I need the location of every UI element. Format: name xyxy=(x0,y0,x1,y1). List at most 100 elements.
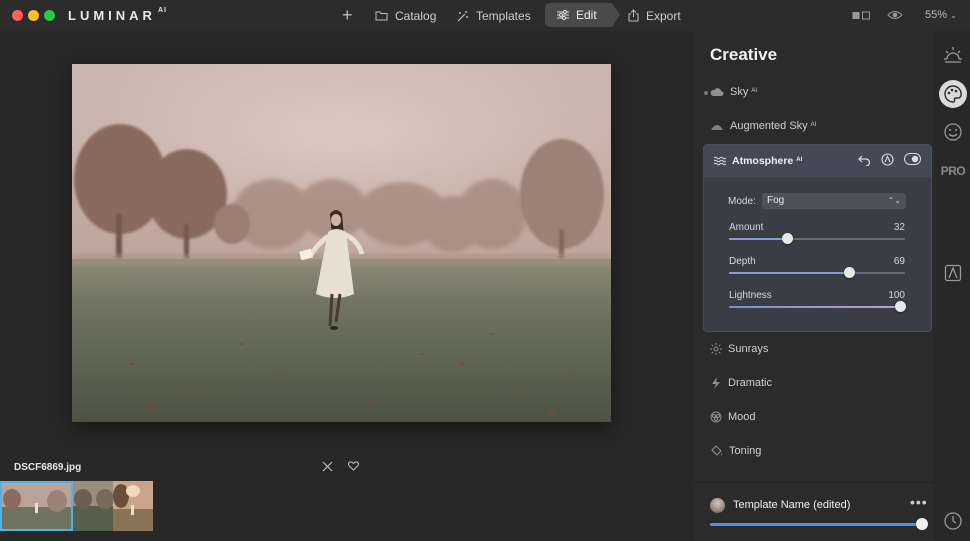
share-icon xyxy=(628,9,639,22)
tool-dramatic[interactable]: Dramatic xyxy=(710,373,772,393)
lightness-label: Lightness xyxy=(729,290,772,301)
dome-icon xyxy=(711,124,723,130)
app-logo-suffix: AI xyxy=(157,7,167,14)
mode-select-value: Fog xyxy=(767,195,785,206)
template-amount-slider[interactable] xyxy=(710,523,916,526)
chevron-updown-icon: ⌃⌄ xyxy=(887,196,901,205)
minimize-window-button[interactable] xyxy=(28,10,39,21)
rail-history[interactable] xyxy=(939,507,967,535)
tab-export[interactable]: Export xyxy=(628,0,681,31)
atmosphere-header[interactable]: Atmosphere AI xyxy=(704,145,931,177)
tool-toning[interactable]: Toning xyxy=(710,441,761,461)
ai-badge: AI xyxy=(810,122,817,128)
atmosphere-title: Atmosphere xyxy=(732,155,794,167)
heart-icon[interactable] xyxy=(348,461,359,471)
amount-slider-fill xyxy=(729,238,788,240)
undo-icon[interactable] xyxy=(858,153,871,166)
more-options-button[interactable]: ••• xyxy=(910,494,928,510)
tool-sunrays-label: Sunrays xyxy=(728,343,769,355)
depth-label: Depth xyxy=(729,256,756,267)
close-icon[interactable] xyxy=(322,461,333,472)
depth-slider-fill xyxy=(729,272,849,274)
tool-sunrays[interactable]: Sunrays xyxy=(710,339,768,359)
tool-toning-label: Toning xyxy=(729,445,762,457)
magic-wand-icon xyxy=(457,10,468,21)
lightness-value: 100 xyxy=(888,290,905,301)
rail-portrait[interactable] xyxy=(939,118,967,146)
filmstrip-thumbnail[interactable] xyxy=(73,481,113,531)
tool-augmented-sky-label: Augmented Sky xyxy=(730,120,808,132)
active-dot xyxy=(704,91,708,95)
amount-slider[interactable] xyxy=(729,233,905,244)
palette-icon xyxy=(944,85,962,103)
tool-sky-label: Sky xyxy=(730,86,749,98)
lightness-slider-handle[interactable] xyxy=(894,301,906,312)
tab-edit-label: Edit xyxy=(576,8,597,22)
filmstrip-thumbnail[interactable] xyxy=(0,481,73,531)
template-amount-slider-handle[interactable] xyxy=(916,518,928,530)
visibility-toggle-icon[interactable] xyxy=(904,153,921,165)
thumbnail-image xyxy=(2,483,71,529)
mode-select[interactable]: Fog ⌃⌄ xyxy=(762,193,906,209)
depth-slider[interactable] xyxy=(729,267,905,278)
tab-catalog-label: Catalog xyxy=(395,8,437,23)
rail-pro[interactable]: PRO xyxy=(939,157,967,185)
atmosphere-panel: Atmosphere AI Mode: Fog ⌃⌄ Amount 32 Dept… xyxy=(703,144,932,332)
ai-badge: AI xyxy=(796,157,803,163)
creative-panel: Creative Sky AI Augmented Sky AI Atmospher… xyxy=(694,31,934,541)
amount-value: 32 xyxy=(893,222,905,233)
chevron-down-icon: ⌄ xyxy=(950,11,957,20)
sliders-icon xyxy=(557,10,569,20)
photo-image xyxy=(72,64,611,422)
app-logo-text: LUMINAR xyxy=(68,8,156,23)
amount-slider-handle[interactable] xyxy=(782,233,794,244)
template-name: Template Name (edited) xyxy=(733,499,851,511)
tool-augmented-sky[interactable]: Augmented Sky AI xyxy=(710,116,816,136)
sun-icon xyxy=(944,47,962,63)
filename-label: DSCF6869.jpg xyxy=(14,462,82,473)
panel-title: Creative xyxy=(710,45,778,64)
tab-edit[interactable]: Edit xyxy=(545,3,620,27)
tool-mood-label: Mood xyxy=(728,411,756,423)
cloud-icon xyxy=(710,87,724,96)
tool-dramatic-label: Dramatic xyxy=(728,377,773,389)
clock-icon xyxy=(944,512,962,530)
folder-icon xyxy=(375,11,388,21)
filmstrip-thumbnail[interactable] xyxy=(113,481,153,531)
close-window-button[interactable] xyxy=(12,10,23,21)
rail-local-masking[interactable] xyxy=(939,259,967,287)
ai-badge: AI xyxy=(751,88,758,94)
amount-label: Amount xyxy=(729,222,764,233)
brush-mask-icon[interactable] xyxy=(881,153,894,166)
paint-bucket-icon xyxy=(711,445,722,456)
eye-icon[interactable] xyxy=(887,9,903,21)
mode-label: Mode: xyxy=(728,196,756,207)
add-photos-button[interactable]: + xyxy=(342,5,353,25)
tab-export-label: Export xyxy=(646,8,681,23)
thumbnail-image xyxy=(73,481,113,531)
rail-creative[interactable] xyxy=(939,80,967,108)
thumbnail-image xyxy=(113,481,153,531)
zoom-value: 55% xyxy=(925,9,948,21)
mood-icon xyxy=(710,411,722,423)
zoom-window-button[interactable] xyxy=(44,10,55,21)
app-logo: LUMINAR AI xyxy=(68,7,167,23)
template-avatar xyxy=(710,498,725,513)
rail-essentials[interactable] xyxy=(939,41,967,69)
photo-canvas[interactable] xyxy=(72,64,611,422)
compare-icon[interactable] xyxy=(852,10,870,21)
smiley-icon xyxy=(944,123,962,141)
tool-sky[interactable]: Sky AI xyxy=(710,82,757,102)
tab-catalog[interactable]: Catalog xyxy=(375,0,436,31)
tab-templates-label: Templates xyxy=(476,8,531,23)
depth-slider-handle[interactable] xyxy=(843,267,855,278)
tool-mood[interactable]: Mood xyxy=(710,407,756,427)
tab-templates[interactable]: Templates xyxy=(456,0,531,31)
lightning-icon xyxy=(712,377,720,389)
zoom-dropdown[interactable]: 55% ⌄ xyxy=(925,9,957,21)
lightness-slider[interactable] xyxy=(729,301,906,312)
mask-brush-icon xyxy=(944,264,962,282)
depth-value: 69 xyxy=(893,256,905,267)
tool-rail: PRO xyxy=(934,31,970,541)
rail-pro-label: PRO xyxy=(940,164,966,178)
